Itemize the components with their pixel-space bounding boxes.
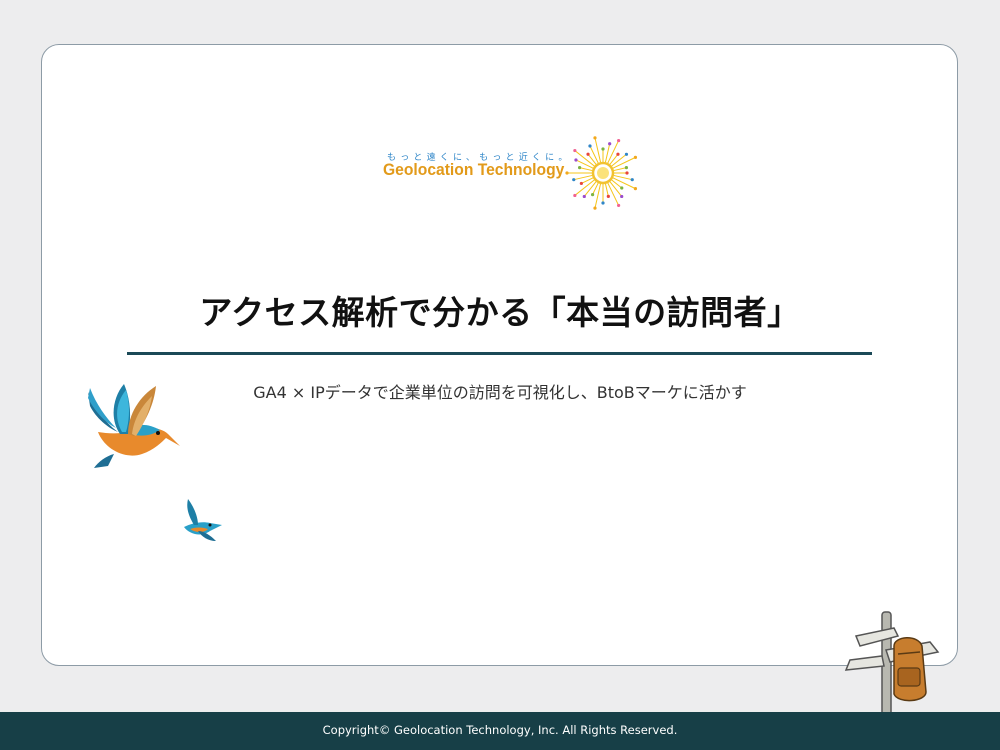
logo-name: Geolocation Technology: [383, 160, 565, 179]
kingfisher-small-icon: [184, 499, 222, 541]
copyright-text: Copyright© Geolocation Technology, Inc. …: [322, 723, 678, 737]
footer-bar: Copyright© Geolocation Technology, Inc. …: [0, 712, 1000, 750]
slide-title: アクセス解析で分かる「本当の訪問者」: [199, 293, 801, 332]
kingfisher-large-icon: [88, 384, 180, 468]
company-logo: もっと遠くに、もっと近くに。 Geolocation Technology: [380, 128, 642, 210]
sunburst-logo-icon: [565, 136, 638, 210]
title-divider: [127, 352, 872, 355]
